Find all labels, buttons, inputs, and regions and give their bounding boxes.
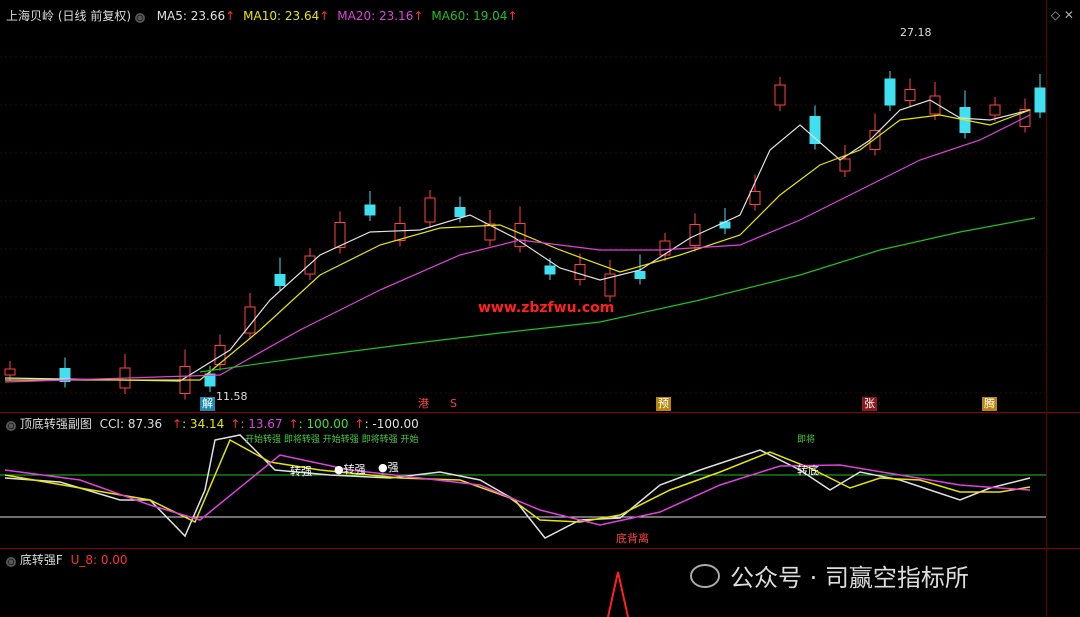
candle-body	[749, 191, 761, 205]
candle-body	[809, 116, 821, 144]
candle-body	[634, 271, 646, 279]
cci-legend: ↑: 34.14 ↑: 13.67 ↑: 100.00 ↑: -100.00	[166, 417, 419, 431]
candle-body	[904, 89, 916, 101]
candle-body	[454, 207, 466, 217]
up-arrow-icon: ↑	[172, 417, 183, 431]
candle-body	[884, 78, 896, 106]
event-tag[interactable]: 预	[656, 397, 671, 411]
candle-body	[659, 240, 671, 256]
cci-legend-item: ↑: -100.00	[354, 417, 419, 431]
wechat-icon	[690, 563, 720, 588]
event-tag[interactable]: 张	[862, 397, 877, 411]
event-tag[interactable]: 解	[200, 397, 215, 411]
right-axis-divider	[1046, 0, 1047, 617]
candle-body	[1034, 87, 1046, 113]
up-arrow-icon: ↑	[354, 417, 365, 431]
candle-body	[424, 197, 436, 223]
panel-divider	[0, 412, 1080, 413]
low-price-label: 11.58	[216, 390, 248, 403]
cci-ma2-line	[4, 454, 1031, 526]
high-price-label: 27.18	[900, 26, 932, 39]
candle-body	[839, 158, 851, 172]
site-watermark: www.zbzfwu.com	[478, 300, 615, 316]
candle-body	[869, 130, 881, 150]
cci-annotation-mid-2: ●转强	[334, 463, 366, 476]
cci-panel-header: ○ 顶底转强副图 CCI: 87.36 ↑: 34.14 ↑: 13.67 ↑: 1…	[6, 415, 419, 432]
bottom-panel-title: 底转强F	[19, 553, 63, 567]
cci-line	[4, 434, 1031, 539]
cci-legend-item: ↑: 13.67	[230, 417, 283, 431]
candle-body	[364, 204, 376, 216]
candle-body	[304, 255, 316, 275]
candle-body	[989, 104, 1001, 116]
cci-annotation-top-right: 即将	[797, 435, 816, 445]
candle-body	[4, 368, 16, 376]
event-tag[interactable]: 港	[416, 397, 431, 411]
candle-body	[214, 345, 226, 365]
bottom-panel-value: U_8: 0.00	[70, 553, 128, 567]
up-arrow-icon: ↑	[288, 417, 299, 431]
event-tag[interactable]: S	[448, 397, 459, 411]
bottom-panel-header: ○ 底转强F U_8: 0.00	[6, 551, 128, 568]
wechat-watermark: 公众号 · 司赢空指标所	[690, 558, 969, 593]
candle-body	[574, 264, 586, 280]
cci-legend-item: ↑: 100.00	[288, 417, 349, 431]
settings-icon[interactable]: ○	[6, 557, 16, 567]
up-arrow-icon: ↑	[230, 417, 241, 431]
candle-body	[774, 84, 786, 106]
cci-annotation-mid-1: 转强	[290, 465, 312, 478]
cci-annotation-top: 开始转强 即将转强 开始转强 即将转强 开始	[245, 435, 419, 445]
candle-body	[274, 274, 286, 286]
cci-annotation-bottom: 底背离	[616, 532, 649, 545]
event-tag[interactable]: 腾	[982, 397, 997, 411]
cci-annotation-mid-3: ●强	[378, 461, 399, 474]
signal-spike	[607, 571, 629, 617]
cci-annotation-turn: 转底	[797, 464, 819, 477]
ma60-line	[199, 217, 1036, 373]
settings-icon[interactable]: ○	[6, 421, 16, 431]
wechat-watermark-text: 公众号 · 司赢空指标所	[730, 564, 969, 592]
cci-value: CCI: 87.36	[99, 417, 163, 431]
candle-body	[544, 265, 556, 275]
cci-legend-item: ↑: 34.14	[172, 417, 225, 431]
cci-panel-title: 顶底转强副图	[19, 417, 92, 431]
candle-body	[689, 224, 701, 246]
panel-divider	[0, 548, 1080, 549]
